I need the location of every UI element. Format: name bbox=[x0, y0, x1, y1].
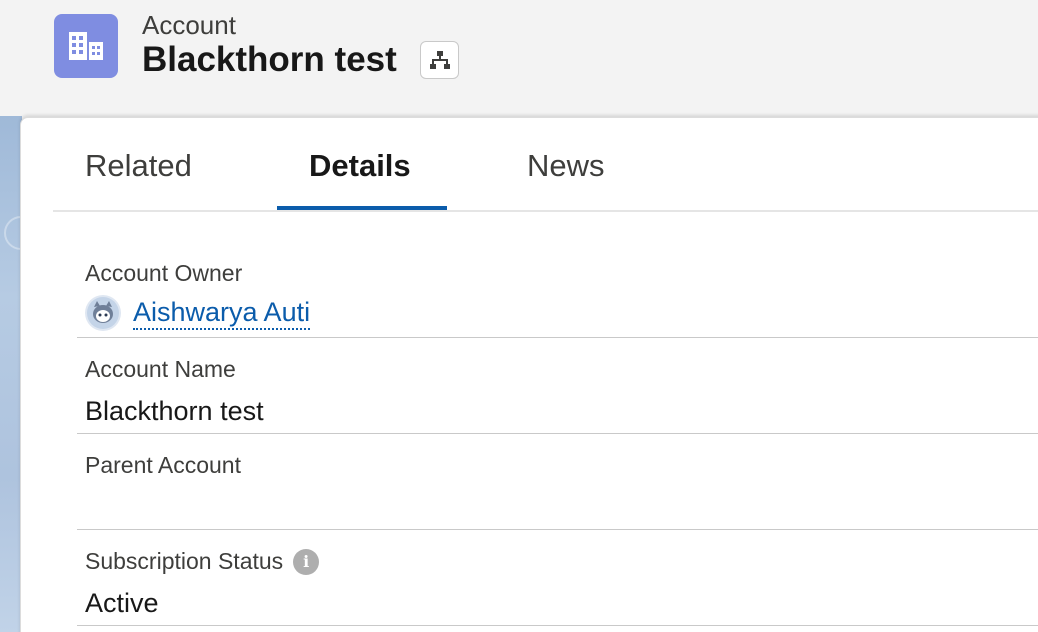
owner-link[interactable]: Aishwarya Auti bbox=[133, 296, 311, 330]
record-title: Blackthorn test bbox=[142, 40, 397, 79]
field-account-owner: Account Owner Aishwarya Auti ✎ bbox=[77, 242, 1038, 338]
field-label-row: Subscription Status i bbox=[85, 548, 320, 575]
field-label: Account Owner bbox=[85, 260, 243, 286]
field-label: Account Name bbox=[85, 356, 236, 382]
record-detail-card: Related Details News Account Owner Aishw… bbox=[20, 117, 1038, 632]
tab-details[interactable]: Details bbox=[309, 148, 411, 184]
field-parent-account: Parent Account ✎ bbox=[77, 434, 1038, 530]
active-tab-indicator bbox=[277, 206, 447, 210]
hierarchy-icon bbox=[429, 51, 450, 69]
tab-related[interactable]: Related bbox=[85, 148, 192, 184]
info-icon[interactable]: i bbox=[293, 548, 320, 575]
tab-news[interactable]: News bbox=[527, 148, 605, 184]
object-label: Account bbox=[142, 10, 236, 40]
field-account-name: Account Name Blackthorn test ✎ bbox=[77, 338, 1038, 434]
record-header: Account Blackthorn test bbox=[0, 0, 1038, 116]
background-decoration bbox=[0, 116, 38, 632]
field-value: Blackthorn test bbox=[85, 396, 264, 426]
avatar[interactable] bbox=[85, 295, 121, 331]
view-hierarchy-button[interactable] bbox=[420, 41, 459, 79]
field-value: Active bbox=[85, 588, 159, 618]
building-icon bbox=[54, 14, 118, 78]
field-label: Subscription Status bbox=[85, 548, 284, 574]
field-subscription-status: Subscription Status i Active ✎ bbox=[77, 530, 1038, 626]
tab-bar: Related Details News bbox=[53, 118, 1038, 212]
field-label: Parent Account bbox=[85, 452, 241, 478]
